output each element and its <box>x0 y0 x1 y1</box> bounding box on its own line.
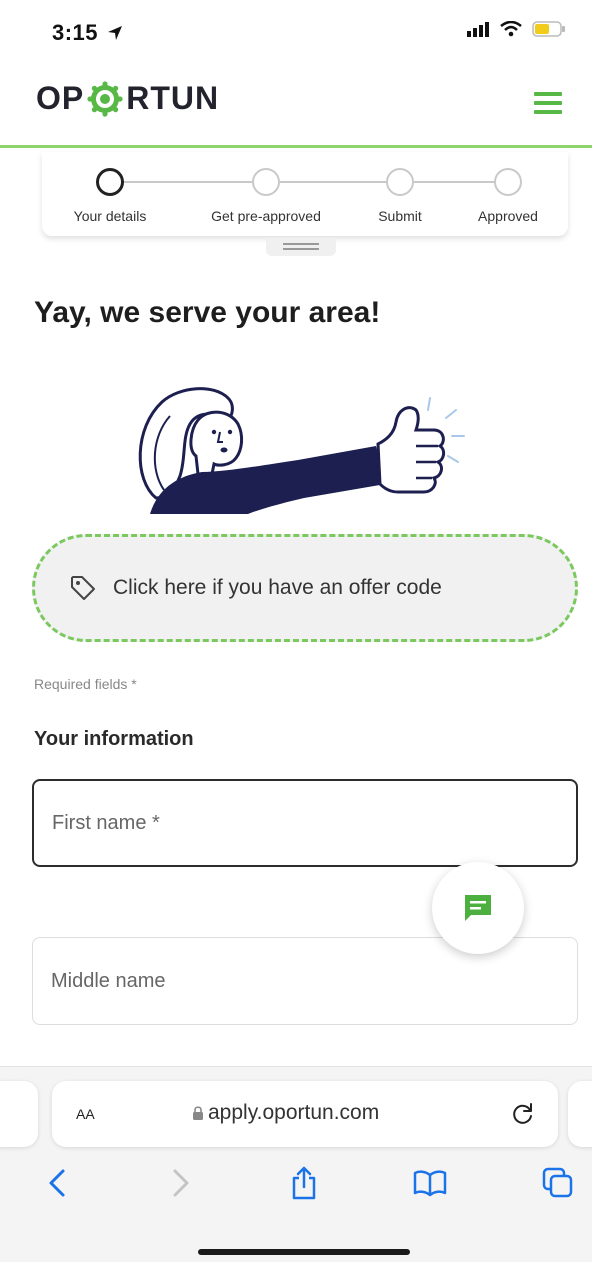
tag-icon <box>71 576 95 600</box>
step-connector <box>414 181 498 183</box>
status-time: 3:15 <box>52 20 123 46</box>
logo-prefix: OP <box>36 80 85 116</box>
step-1-circle <box>96 168 124 196</box>
browser-toolbar: AA apply.oportun.com <box>0 1066 592 1262</box>
thumbs-up-illustration <box>138 387 465 514</box>
share-icon[interactable] <box>284 1163 324 1203</box>
first-name-input[interactable] <box>52 811 576 835</box>
step-label-get-pre-approved: Get pre-approved <box>211 208 321 224</box>
offer-code-text: Click here if you have an offer code <box>113 576 442 599</box>
oportun-logo[interactable]: OP RTUN <box>36 80 219 117</box>
step-2-circle <box>252 168 280 196</box>
browser-nav-row <box>0 1163 592 1213</box>
wifi-icon <box>500 21 522 37</box>
status-time-text: 3:15 <box>52 20 99 45</box>
stepper-drag-handle[interactable] <box>266 238 336 256</box>
aa-label: AA <box>76 1106 95 1122</box>
chat-icon <box>465 895 491 921</box>
step-label-your-details: Your details <box>73 208 147 224</box>
status-icons <box>466 20 566 38</box>
chat-button[interactable] <box>432 862 524 954</box>
first-name-field[interactable] <box>32 779 578 867</box>
step-connector <box>124 181 254 183</box>
progress-stepper: Your details Get pre-approved Submit App… <box>42 152 568 236</box>
menu-icon[interactable] <box>534 92 562 114</box>
site-header: OP RTUN <box>0 62 592 148</box>
status-bar: 3:15 <box>0 0 592 62</box>
bookmarks-icon[interactable] <box>410 1163 450 1203</box>
tabs-icon[interactable] <box>538 1163 578 1203</box>
url-display[interactable]: apply.oportun.com <box>192 1101 379 1125</box>
next-tab-preview[interactable] <box>568 1081 592 1147</box>
offer-code-button[interactable]: Click here if you have an offer code <box>32 534 578 642</box>
home-indicator[interactable] <box>198 1249 410 1255</box>
location-arrow-icon <box>107 26 122 40</box>
address-bar[interactable]: AA apply.oportun.com <box>52 1081 558 1147</box>
step-label-submit: Submit <box>378 208 422 224</box>
section-title-your-information: Your information <box>34 728 194 750</box>
back-icon[interactable] <box>38 1163 78 1203</box>
logo-sun-icon <box>87 80 123 117</box>
middle-name-input[interactable] <box>51 969 577 993</box>
required-fields-note: Required fields * <box>34 676 137 692</box>
reload-icon[interactable] <box>510 1101 536 1127</box>
forward-icon[interactable] <box>160 1163 200 1203</box>
reader-options-button[interactable]: AA <box>76 1102 95 1125</box>
logo-suffix: RTUN <box>126 80 220 116</box>
page-headline: Yay, we serve your area! <box>34 296 381 329</box>
step-label-approved: Approved <box>478 208 538 224</box>
step-3-circle <box>386 168 414 196</box>
lock-icon <box>193 1106 203 1120</box>
previous-tab-preview[interactable] <box>0 1081 38 1147</box>
url-text: apply.oportun.com <box>208 1101 380 1124</box>
step-4-circle <box>494 168 522 196</box>
step-connector <box>280 181 388 183</box>
battery-icon <box>532 21 565 37</box>
signal-icon <box>467 22 489 37</box>
